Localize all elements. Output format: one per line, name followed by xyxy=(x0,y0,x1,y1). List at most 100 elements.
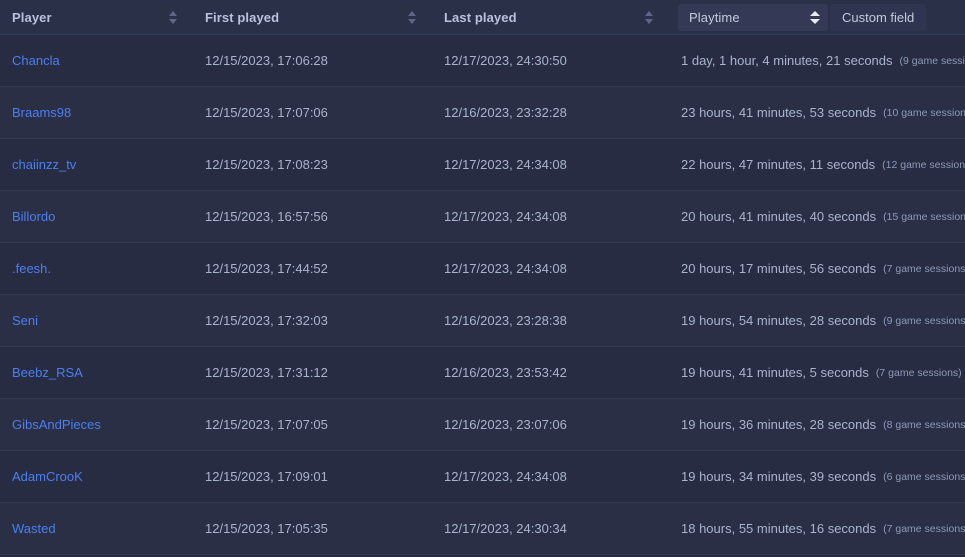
session-count: (10 game sessions) xyxy=(883,106,965,119)
cell-last-played: 12/17/2023, 24:30:50 xyxy=(444,53,567,68)
custom-field-select[interactable]: Playtime xyxy=(678,3,828,31)
cell-player: AdamCrooK xyxy=(0,451,193,503)
cell-playtime: 18 hours, 55 minutes, 16 seconds (7 game … xyxy=(669,503,965,555)
sort-ascending-arrow xyxy=(644,10,653,16)
cell-first-played: 12/15/2023, 17:32:03 xyxy=(205,313,328,328)
column-header-player[interactable]: Player xyxy=(0,0,193,35)
cell-player: .feesh. xyxy=(0,243,193,295)
cell-playtime: 20 hours, 41 minutes, 40 seconds (15 game… xyxy=(669,191,965,243)
sort-descending-arrow xyxy=(407,18,416,24)
cell-last-played: 12/16/2023, 23:07:06 xyxy=(444,417,567,432)
playtime-value: 19 hours, 54 minutes, 28 seconds xyxy=(681,313,877,328)
cell-first-played: 12/15/2023, 17:06:28 xyxy=(205,53,328,68)
cell-player: Beebz_RSA xyxy=(0,347,193,399)
playtime-value: 1 day, 1 hour, 4 minutes, 21 seconds xyxy=(681,53,893,68)
player-link[interactable]: Chancla xyxy=(12,53,60,68)
cell-last-played: 12/17/2023, 24:30:34 xyxy=(444,521,567,536)
cell-last-played: 12/17/2023, 24:34:08 xyxy=(444,209,567,224)
cell-last-played: 12/16/2023, 23:53:42 xyxy=(444,365,567,380)
session-count: (6 game sessions) xyxy=(883,470,965,483)
cell-player: Wasted xyxy=(0,503,193,555)
cell-player: Chancla xyxy=(0,35,193,87)
sort-ascending-arrow xyxy=(407,10,416,16)
session-count: (12 game sessions) xyxy=(882,158,965,171)
chevron-up-arrow xyxy=(810,10,820,16)
sort-icon-player[interactable] xyxy=(168,9,177,25)
sort-icon-last-played[interactable] xyxy=(644,9,653,25)
cell-player: Braams98 xyxy=(0,87,193,139)
playtime-value: 19 hours, 34 minutes, 39 seconds xyxy=(681,469,877,484)
custom-field-button[interactable]: Custom field xyxy=(830,3,927,31)
cell-playtime: 1 day, 1 hour, 4 minutes, 21 seconds (9 g… xyxy=(669,35,965,87)
cell-first-played: 12/15/2023, 17:09:01 xyxy=(205,469,328,484)
cell-last-played: 12/16/2023, 23:32:28 xyxy=(444,105,567,120)
cell-player: Billordo xyxy=(0,191,193,243)
cell-playtime: 19 hours, 36 minutes, 28 seconds (8 game … xyxy=(669,399,965,451)
cell-playtime: 19 hours, 54 minutes, 28 seconds (9 game … xyxy=(669,295,965,347)
cell-first-played: 12/15/2023, 17:07:06 xyxy=(205,105,328,120)
player-link[interactable]: Braams98 xyxy=(12,105,71,120)
chevron-up-down-icon xyxy=(810,9,820,25)
table-body: Chancla 12/15/2023, 17:06:28 12/17/2023, 2… xyxy=(0,35,965,557)
playtime-value: 23 hours, 41 minutes, 53 seconds xyxy=(681,105,877,120)
session-count: (7 game sessions) xyxy=(875,366,962,379)
cell-first-played: 12/15/2023, 17:44:52 xyxy=(205,261,328,276)
column-header-last-played[interactable]: Last played xyxy=(432,0,669,35)
cell-playtime: 19 hours, 34 minutes, 39 seconds (6 game … xyxy=(669,451,965,503)
player-link[interactable]: AdamCrooK xyxy=(12,469,83,484)
session-count: (7 game sessions) xyxy=(883,522,965,535)
cell-last-played: 12/16/2023, 23:28:38 xyxy=(444,313,567,328)
player-link[interactable]: .feesh. xyxy=(12,261,51,276)
table-row: .feesh. 12/15/2023, 17:44:52 12/17/2023, 2… xyxy=(0,243,965,295)
table-row: chaiinzz_tv 12/15/2023, 17:08:23 12/17/202… xyxy=(0,139,965,191)
table-row: AdamCrooK 12/15/2023, 17:09:01 12/17/2023,… xyxy=(0,451,965,503)
table-row: Braams98 12/15/2023, 17:07:06 12/16/2023, … xyxy=(0,87,965,139)
session-count: (9 game sessions) xyxy=(883,314,965,327)
cell-playtime: 23 hours, 41 minutes, 53 seconds (10 game… xyxy=(669,87,965,139)
table-row: GibsAndPieces 12/15/2023, 17:07:05 12/16/2… xyxy=(0,399,965,451)
cell-last-played: 12/17/2023, 24:34:08 xyxy=(444,261,567,276)
player-link[interactable]: GibsAndPieces xyxy=(12,417,101,432)
cell-last-played: 12/17/2023, 24:34:08 xyxy=(444,157,567,172)
cell-last-played: 12/17/2023, 24:34:08 xyxy=(444,469,567,484)
playtime-value: 19 hours, 41 minutes, 5 seconds xyxy=(681,365,869,380)
session-count: (8 game sessions) xyxy=(883,418,965,431)
sort-descending-arrow xyxy=(644,18,653,24)
session-count: (9 game sessions) xyxy=(899,54,965,67)
cell-first-played: 12/15/2023, 17:05:35 xyxy=(205,521,328,536)
player-link[interactable]: Seni xyxy=(12,313,38,328)
cell-first-played: 12/15/2023, 17:07:05 xyxy=(205,417,328,432)
playtime-value: 20 hours, 17 minutes, 56 seconds xyxy=(681,261,877,276)
column-header-custom-field: Playtime Custom field xyxy=(669,0,965,35)
cell-playtime: 19 hours, 41 minutes, 5 seconds (7 game s… xyxy=(669,347,965,399)
cell-player: chaiinzz_tv xyxy=(0,139,193,191)
cell-playtime: 22 hours, 47 minutes, 11 seconds (12 game… xyxy=(669,139,965,191)
cell-player: Seni xyxy=(0,295,193,347)
table-row: Beebz_RSA 12/15/2023, 17:31:12 12/16/2023,… xyxy=(0,347,965,399)
session-count: (7 game sessions) xyxy=(883,262,965,275)
playtime-value: 18 hours, 55 minutes, 16 seconds xyxy=(681,521,877,536)
table-header-row: Player First played Last played Playtime xyxy=(0,0,965,35)
playtime-value: 19 hours, 36 minutes, 28 seconds xyxy=(681,417,877,432)
column-header-first-played[interactable]: First played xyxy=(193,0,432,35)
cell-player: GibsAndPieces xyxy=(0,399,193,451)
playtime-value: 20 hours, 41 minutes, 40 seconds xyxy=(681,209,877,224)
table-row: Seni 12/15/2023, 17:32:03 12/16/2023, 23:2… xyxy=(0,295,965,347)
session-count: (15 game sessions) xyxy=(883,210,965,223)
player-statistics-table: Player First played Last played Playtime xyxy=(0,0,965,557)
cell-first-played: 12/15/2023, 17:08:23 xyxy=(205,157,328,172)
cell-first-played: 12/15/2023, 16:57:56 xyxy=(205,209,328,224)
sort-ascending-arrow xyxy=(168,10,177,16)
column-header-last-played-label: Last played xyxy=(444,9,517,25)
sort-icon-first-played[interactable] xyxy=(407,9,416,25)
table-row: Billordo 12/15/2023, 16:57:56 12/17/2023, … xyxy=(0,191,965,243)
player-link[interactable]: chaiinzz_tv xyxy=(12,157,76,172)
player-link[interactable]: Wasted xyxy=(12,521,56,536)
player-link[interactable]: Billordo xyxy=(12,209,55,224)
cell-playtime: 20 hours, 17 minutes, 56 seconds (7 game … xyxy=(669,243,965,295)
player-link[interactable]: Beebz_RSA xyxy=(12,365,83,380)
column-header-first-played-label: First played xyxy=(205,9,280,25)
column-header-player-label: Player xyxy=(12,9,52,25)
table-row: Wasted 12/15/2023, 17:05:35 12/17/2023, 24… xyxy=(0,503,965,555)
table-row: Chancla 12/15/2023, 17:06:28 12/17/2023, 2… xyxy=(0,35,965,87)
